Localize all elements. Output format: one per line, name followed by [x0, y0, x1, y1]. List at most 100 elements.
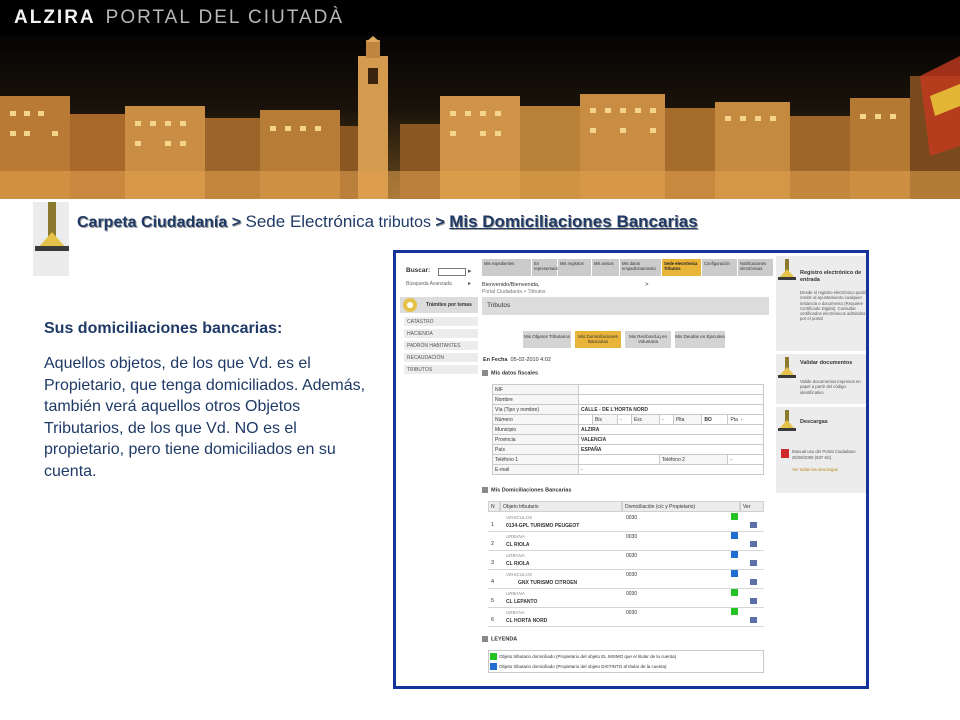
row-tipo: URBANA [506, 534, 525, 539]
row-cc: 0030 [626, 572, 638, 578]
pta-label: Pta [730, 416, 738, 423]
row-objeto: CL HORTA NORD [506, 618, 548, 624]
view-detail-icon[interactable] [750, 617, 757, 623]
btn-mis-recibos[interactable]: Mis Recibos/Liq en Voluntaria [625, 331, 671, 348]
view-detail-icon[interactable] [750, 579, 757, 585]
nav-item-catastro[interactable]: CATASTRO [404, 317, 478, 327]
nav-item-tributos[interactable]: TRIBUTOS [404, 365, 478, 375]
path-gt: > [645, 282, 649, 288]
screenshot-left-nav: Buscar: ▸ Búsqueda Avanzada ▸ Trámites p… [398, 257, 478, 686]
nav-item-hacienda[interactable]: HACIENDA [404, 329, 478, 339]
row-cc: 0030 [626, 534, 638, 540]
fecha-line: En Fecha 05-02-2010 4:02 [483, 357, 551, 363]
portal-brand: ALZIRA PORTAL DEL CIUTADÀ [14, 7, 344, 29]
table-row: NIF [492, 384, 764, 395]
status-square-icon [731, 513, 738, 520]
dom-col-objeto: Objeto tributario [500, 501, 622, 512]
leyenda-box: Objeto tributario domiciliado (Propietar… [488, 650, 764, 673]
btn-mis-domiciliaciones[interactable]: Mis Domiciliaciones Bancarias [575, 331, 621, 348]
tab-mis-datos[interactable]: Mis datos empadronamiento [620, 259, 662, 276]
fecha-value: 05-02-2010 4:02 [510, 357, 551, 363]
email-label: E-mail [492, 464, 579, 475]
plta-value: BO [701, 414, 729, 425]
breadcrumb: Carpeta Ciudadanía > Sede Electrónica tr… [77, 212, 698, 232]
tab-sede-tributos[interactable]: Sede electrónica Tributos [662, 259, 702, 276]
manual-link[interactable]: Manual uso del Portal Ciudadano [792, 449, 856, 454]
portal-screenshot: Buscar: ▸ Búsqueda Avanzada ▸ Trámites p… [393, 250, 869, 689]
table-row: E-mail - [492, 464, 764, 475]
nif-value [578, 384, 764, 395]
dom-section-title: Mis Domiciliaciones Bancarias [482, 487, 768, 495]
tab-configuracion[interactable]: Configuración [702, 259, 738, 276]
view-detail-icon[interactable] [750, 522, 757, 528]
validar-title[interactable]: Validar documentos [800, 360, 866, 367]
table-row: 2 URBANA CL RIOLA 0030 [488, 532, 764, 551]
table-row: Municipio ALZIRA [492, 424, 764, 435]
status-square-icon [731, 608, 738, 615]
registro-title[interactable]: Registro electrónico de entrada [800, 270, 866, 284]
advanced-search-link[interactable]: Búsqueda Avanzada [406, 281, 452, 287]
view-detail-icon[interactable] [750, 560, 757, 566]
view-detail-icon[interactable] [750, 598, 757, 604]
bis-value: - [617, 414, 632, 425]
esc-label: Esc [630, 414, 660, 425]
fecha-label: En Fecha [483, 357, 508, 363]
row-objeto: GNX TURISMO CITROEN [518, 580, 578, 586]
advanced-search-arrow-icon[interactable]: ▸ [468, 280, 471, 287]
legend-text: Objeto tributario domiciliado (Propietar… [499, 664, 667, 669]
via-value: CALLE - DE L'HORTA NORD [578, 404, 764, 415]
row-tipo: URBANA [506, 591, 525, 596]
table-row: 1 VEHICULOS 0134-GPL TURISMO PEUGEOT 003… [488, 513, 764, 532]
search-go-icon[interactable]: ▸ [468, 267, 472, 275]
tab-mis-expedientes[interactable]: Mis expedientes [482, 259, 532, 276]
tramites-label: Trámites por temas [426, 302, 472, 308]
leyenda-title: LEYENDA [482, 636, 768, 644]
nombre-value [578, 394, 764, 405]
table-row: 4 VEHICULOS GNX TURISMO CITROEN 0030 [488, 570, 764, 589]
breadcrumb-carpeta: Carpeta Ciudadanía [77, 214, 228, 231]
provincia-label: Provincia [492, 434, 579, 445]
telefono2-value: - [727, 454, 764, 465]
tab-mis-registros[interactable]: Mis registros [558, 259, 592, 276]
nav-item-padron[interactable]: PADRÓN HABITANTES [404, 341, 478, 351]
row-number: 5 [491, 598, 495, 604]
btn-mis-deudas[interactable]: Mis Deudas en Ejecutiva [675, 331, 725, 348]
pta-value: - [740, 416, 743, 423]
row-tipo: URBANA [506, 553, 525, 558]
tab-mis-avisos[interactable]: Mis avisos [592, 259, 620, 276]
municipio-label: Municipio [492, 424, 579, 435]
row-cc: 0030 [626, 553, 638, 559]
description-body: Aquellos objetos, de los que Vd. es el P… [44, 355, 366, 480]
brand-alzira: ALZIRA [14, 7, 96, 28]
dom-col-domiciliacion: Domiciliación (c/c y Propietario) [622, 501, 740, 512]
descargas-title[interactable]: Descargas [800, 419, 866, 426]
telefono2-label: Teléfono 2 [658, 454, 729, 465]
tab-en-representacion[interactable]: En representación [532, 259, 562, 276]
search-input[interactable] [438, 268, 466, 276]
dom-col-ver: Ver [740, 501, 764, 512]
tab-notificaciones[interactable]: Notificaciones electrónicas [738, 259, 774, 276]
breadcrumb-tributos: tributos [378, 214, 431, 231]
ver-todas-link[interactable]: Ver todas las descargas [792, 467, 838, 472]
row-number: 3 [491, 560, 495, 566]
view-detail-icon[interactable] [750, 541, 757, 547]
table-row: Vía (Tipo y nombre) CALLE - DE L'HORTA NO… [492, 404, 764, 415]
registro-text: Desde el registro electrónico podrá remi… [800, 290, 867, 322]
breadcrumb-sede: Sede Electrónica [245, 212, 375, 231]
dom-col-n: N [488, 501, 500, 512]
dom-title-text: Mis Domiciliaciones Bancarias [491, 487, 572, 494]
esc-value: - [658, 414, 674, 425]
row-tipo: VEHICULOS [506, 572, 533, 577]
section-bullet-icon [482, 370, 488, 376]
row-objeto: CL RIOLA [506, 561, 530, 567]
row-cc: 0030 [626, 591, 638, 597]
registro-icon [778, 259, 796, 285]
fiscal-section-title: Mis datos fiscales [482, 370, 768, 378]
table-row: Teléfono 1 Teléfono 2 - [492, 454, 764, 465]
slide: ALZIRA PORTAL DEL CIUTADÀ Carpeta Ciudad… [0, 0, 960, 720]
breadcrumb-current-link[interactable]: Mis Domiciliaciones Bancarias [449, 212, 698, 231]
carpeta-icon [33, 202, 69, 276]
btn-mis-objetos[interactable]: Mis Objetos Tributarios [523, 331, 571, 348]
nav-item-recaudacion[interactable]: RECAUDACIÓN [404, 353, 478, 363]
table-row: 6 URBANA CL HORTA NORD 0030 [488, 608, 764, 627]
